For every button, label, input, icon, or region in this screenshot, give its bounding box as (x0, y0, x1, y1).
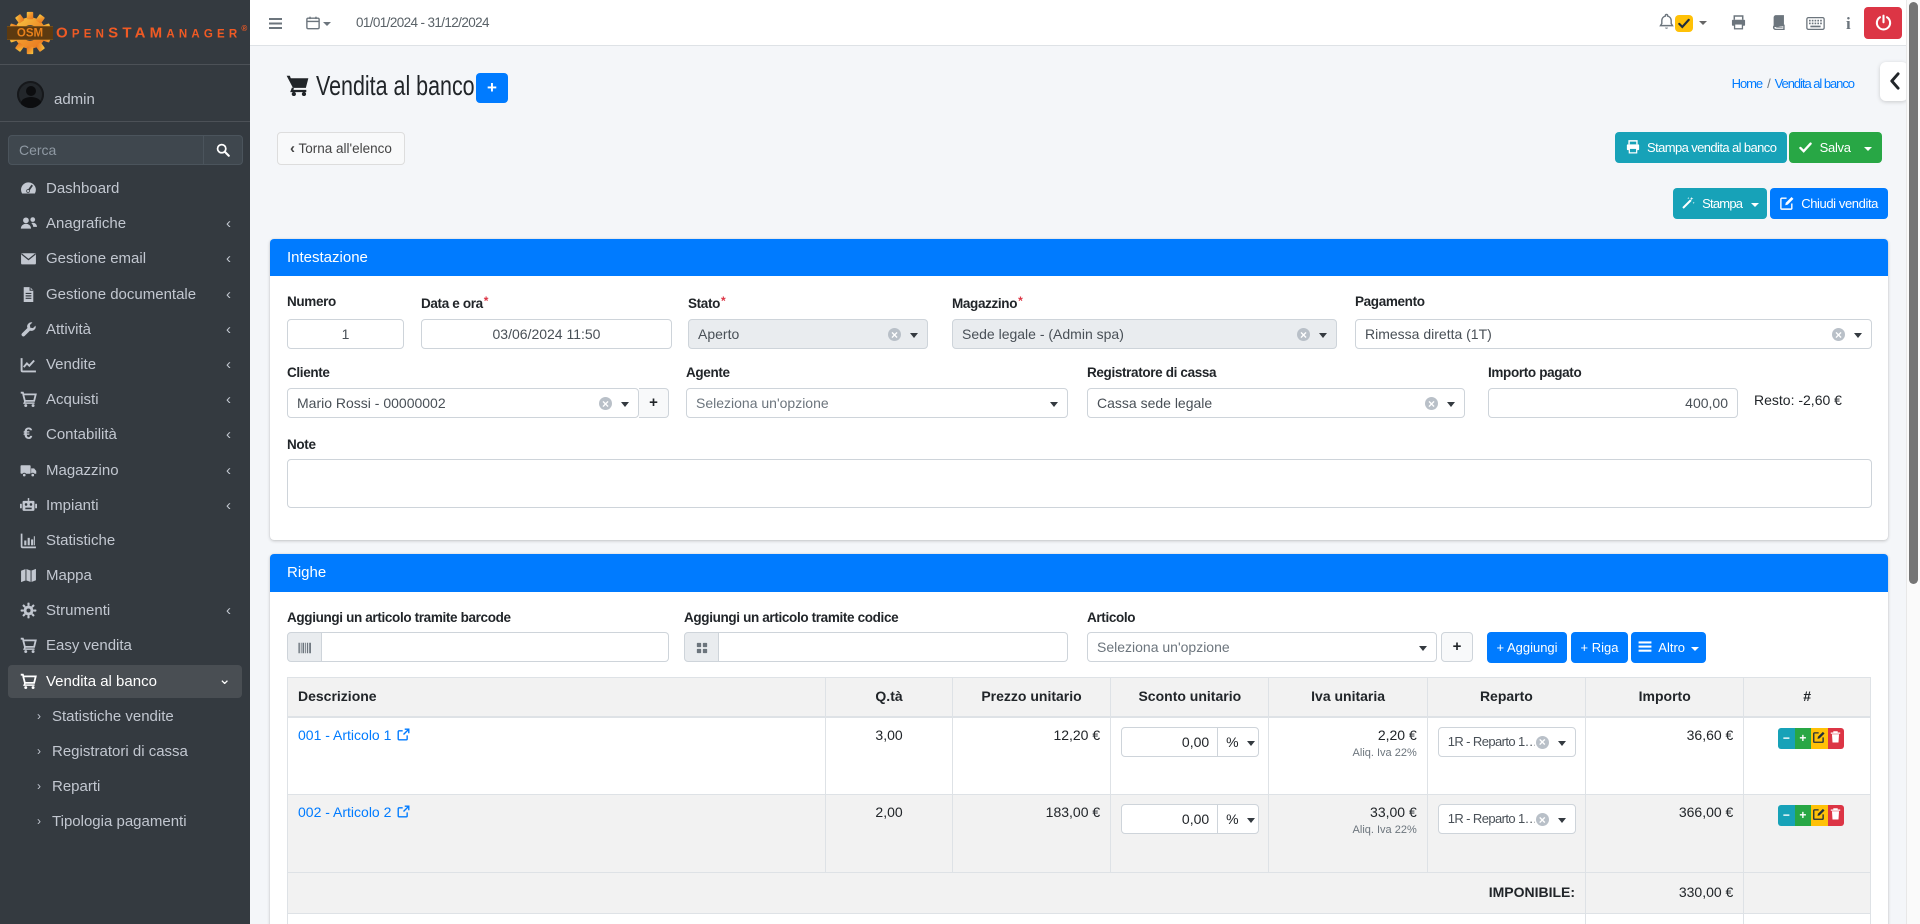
svg-text:OSM: OSM (17, 28, 43, 40)
